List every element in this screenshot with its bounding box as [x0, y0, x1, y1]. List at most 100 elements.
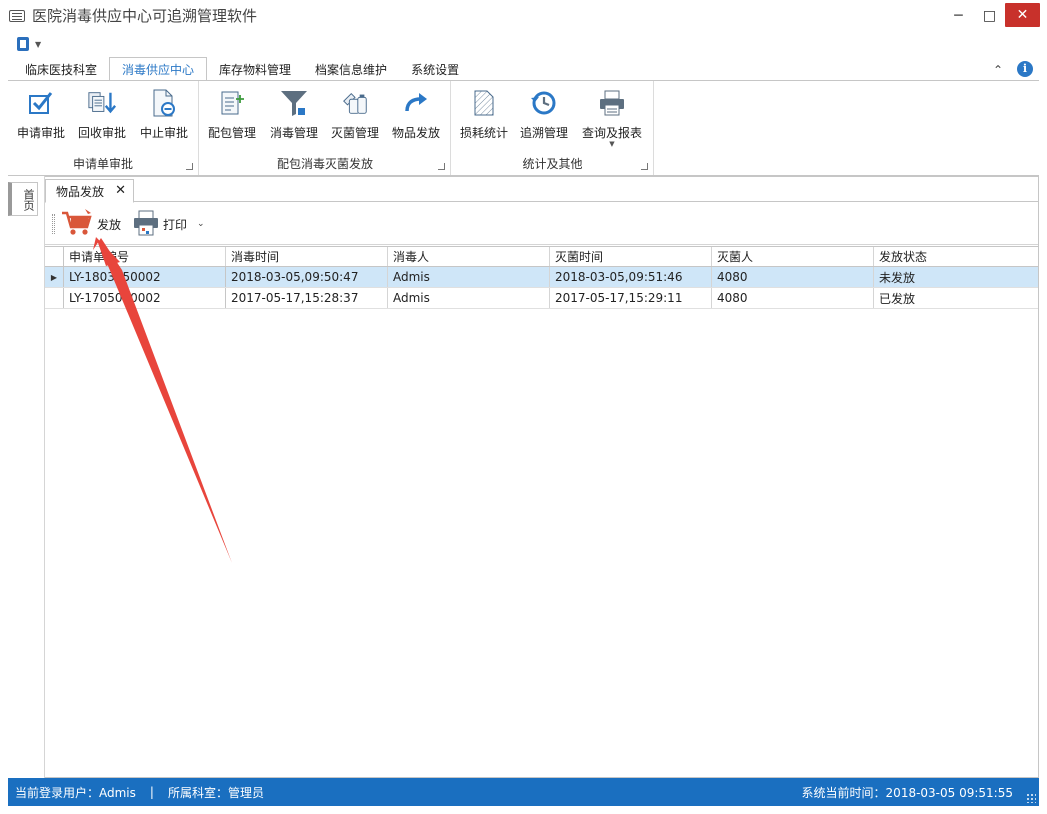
- column-header-sterilizer[interactable]: 灭菌人: [712, 247, 874, 266]
- chevron-down-icon[interactable]: ▼: [35, 40, 41, 49]
- issue-grid: 申请单编号 消毒时间 消毒人 灭菌时间 灭菌人 发放状态 ▶ LY-180305…: [45, 246, 1038, 309]
- cell-sterilizer[interactable]: 4080: [712, 267, 874, 287]
- cell-disinfect-time[interactable]: 2018-03-05,09:50:47: [226, 267, 388, 287]
- document-area: 物品发放 ✕ 发放 打印 ⌄ 申请单编号 消毒时间 消毒人 灭菌时间 灭菌人 发…: [45, 176, 1039, 778]
- status-time: 系统当前时间：2018-03-05 09:51:55: [801, 785, 1013, 800]
- chevron-down-icon[interactable]: ⌄: [197, 219, 205, 229]
- window-title: 医院消毒供应中心可追溯管理软件: [32, 7, 258, 25]
- column-header-issue-status[interactable]: 发放状态: [874, 247, 1038, 266]
- chevron-down-icon: ▼: [609, 140, 615, 148]
- dialog-launcher-icon[interactable]: [641, 163, 648, 170]
- minimize-button[interactable]: ─: [943, 0, 974, 31]
- dialog-launcher-icon[interactable]: [186, 163, 193, 170]
- toolbar-grip[interactable]: [52, 214, 55, 234]
- info-icon[interactable]: i: [1017, 61, 1033, 77]
- bottles-icon: [340, 87, 370, 119]
- redo-arrow-icon: [401, 87, 431, 119]
- cell-sterilize-time[interactable]: 2017-05-17,15:29:11: [550, 288, 712, 308]
- nav-tab-home[interactable]: 首页: [8, 182, 38, 216]
- document-tab-label: 物品发放: [56, 184, 105, 199]
- print-button[interactable]: 打印 ⌄: [133, 209, 205, 239]
- column-header-sterilize-time[interactable]: 灭菌时间: [550, 247, 712, 266]
- printer-icon: [133, 209, 159, 240]
- approve-request-button[interactable]: 申请审批: [16, 87, 66, 147]
- tab-archive[interactable]: 档案信息维护: [303, 57, 399, 81]
- dialog-launcher-icon[interactable]: [438, 163, 445, 170]
- approve-recycle-label: 回收审批: [77, 126, 126, 140]
- app-keyboard-icon: [9, 9, 25, 22]
- close-icon[interactable]: ✕: [115, 183, 126, 198]
- toolbar: 发放 打印 ⌄: [45, 203, 1038, 245]
- approve-recycle-button[interactable]: 回收审批: [76, 87, 128, 147]
- document-stop-icon: [149, 87, 179, 119]
- table-row[interactable]: LY-1705050002 2017-05-17,15:28:37 Admis …: [45, 288, 1038, 309]
- row-indicator: [45, 288, 64, 308]
- nav-tab-label: 首页: [22, 189, 35, 211]
- cell-issue-status[interactable]: 已发放: [874, 288, 1038, 308]
- cell-request-no[interactable]: LY-1803050002: [64, 267, 226, 287]
- ribbon-group-sterilization: 配包管理 消毒管理 灭菌管理 物品发放 配包消毒灭菌发放: [200, 81, 451, 175]
- status-user: 当前登录用户：Admis: [15, 785, 136, 800]
- ribbon: 申请审批 回收审批 中止审批 申请单审批 配包管理 消毒管理 灭菌管理 物品发放…: [8, 80, 1039, 176]
- item-issue-label: 物品发放: [391, 126, 440, 140]
- tab-settings[interactable]: 系统设置: [399, 57, 471, 81]
- printer-icon: [597, 87, 627, 119]
- approve-stop-button[interactable]: 中止审批: [138, 87, 190, 147]
- chevron-up-icon[interactable]: ⌃: [993, 63, 1003, 77]
- row-indicator-icon: ▶: [45, 267, 64, 287]
- app-menu-icon[interactable]: [17, 37, 29, 51]
- document-tabstrip: 物品发放 ✕: [45, 177, 1038, 203]
- navigation-panel: 首页: [8, 176, 45, 778]
- query-report-button[interactable]: 查询及报表 ▼: [580, 87, 644, 148]
- pack-manage-label: 配包管理: [207, 126, 256, 140]
- tab-inventory[interactable]: 库存物料管理: [207, 57, 303, 81]
- ribbon-group-approval: 申请审批 回收审批 中止审批 申请单审批: [8, 81, 199, 175]
- cell-disinfect-time[interactable]: 2017-05-17,15:28:37: [226, 288, 388, 308]
- ribbon-tabs: 临床医技科室 消毒供应中心 库存物料管理 档案信息维护 系统设置 ⌃ i: [0, 57, 1047, 81]
- checkbox-icon: [26, 87, 56, 119]
- approve-request-label: 申请审批: [16, 126, 65, 140]
- loss-stats-label: 损耗统计: [459, 126, 508, 140]
- trace-manage-label: 追溯管理: [519, 126, 568, 140]
- trace-manage-button[interactable]: 追溯管理: [518, 87, 570, 147]
- row-indicator-header: [45, 247, 64, 266]
- disinfect-manage-label: 消毒管理: [269, 126, 318, 140]
- cell-disinfector[interactable]: Admis: [388, 267, 550, 287]
- status-department: 所属科室：管理员: [167, 785, 264, 800]
- document-add-icon: [217, 87, 247, 119]
- close-button[interactable]: ✕: [1005, 3, 1040, 27]
- query-report-label: 查询及报表: [581, 126, 642, 140]
- cell-issue-status[interactable]: 未发放: [874, 267, 1038, 287]
- pack-manage-button[interactable]: 配包管理: [206, 87, 258, 147]
- issue-button[interactable]: 发放: [61, 208, 122, 240]
- column-header-request-no[interactable]: 申请单编号: [64, 247, 226, 266]
- print-label: 打印: [163, 217, 188, 232]
- item-issue-button[interactable]: 物品发放: [390, 87, 442, 147]
- cell-request-no[interactable]: LY-1705050002: [64, 288, 226, 308]
- tab-supply-center[interactable]: 消毒供应中心: [109, 57, 208, 81]
- documents-down-icon: [87, 87, 117, 119]
- issue-label: 发放: [97, 217, 122, 232]
- shopping-cart-icon: [61, 208, 93, 240]
- sterilize-manage-label: 灭菌管理: [330, 126, 379, 140]
- loss-stats-button[interactable]: 损耗统计: [458, 87, 510, 147]
- cell-sterilize-time[interactable]: 2018-03-05,09:51:46: [550, 267, 712, 287]
- title-bar: 医院消毒供应中心可追溯管理软件 ─ □ ✕: [0, 0, 1047, 31]
- status-separator: |: [149, 785, 154, 799]
- resize-grip[interactable]: [1026, 793, 1036, 803]
- column-header-disinfector[interactable]: 消毒人: [388, 247, 550, 266]
- ribbon-group-label: 统计及其他: [522, 157, 583, 171]
- ribbon-group-label: 申请单审批: [72, 157, 133, 171]
- cell-disinfector[interactable]: Admis: [388, 288, 550, 308]
- window-controls: ─ □ ✕: [943, 0, 1047, 31]
- maximize-button[interactable]: □: [974, 0, 1005, 31]
- document-tab-item-issue[interactable]: 物品发放 ✕: [45, 179, 134, 203]
- table-row[interactable]: ▶ LY-1803050002 2018-03-05,09:50:47 Admi…: [45, 267, 1038, 288]
- disinfect-manage-button[interactable]: 消毒管理: [268, 87, 320, 147]
- approve-stop-label: 中止审批: [139, 126, 188, 140]
- grid-header: 申请单编号 消毒时间 消毒人 灭菌时间 灭菌人 发放状态: [45, 246, 1038, 267]
- column-header-disinfect-time[interactable]: 消毒时间: [226, 247, 388, 266]
- cell-sterilizer[interactable]: 4080: [712, 288, 874, 308]
- tab-clinical[interactable]: 临床医技科室: [13, 57, 109, 81]
- sterilize-manage-button[interactable]: 灭菌管理: [328, 87, 382, 147]
